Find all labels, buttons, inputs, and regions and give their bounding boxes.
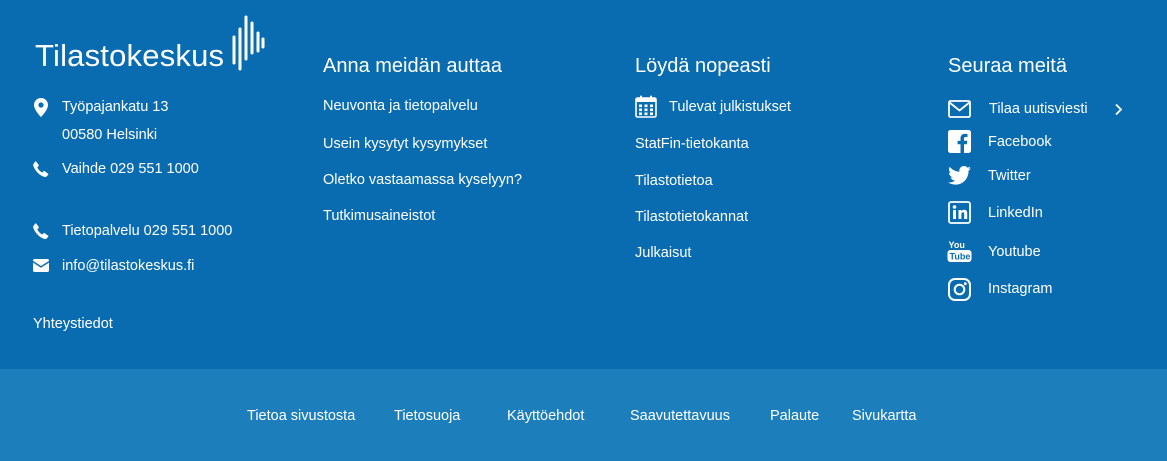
calendar-icon xyxy=(635,95,657,118)
instagram-icon xyxy=(948,278,971,301)
chevron-right-icon[interactable] xyxy=(1114,103,1123,116)
footer-bottom-bar: Tietoa sivustosta Tietosuoja Käyttöehdot… xyxy=(0,369,1167,461)
help-link[interactable]: Tutkimusaineistot xyxy=(323,208,435,224)
address-line-1: Työpajankatu 13 xyxy=(62,99,169,115)
help-link[interactable]: Neuvonta ja tietopalvelu xyxy=(323,98,478,114)
facebook-link[interactable]: Facebook xyxy=(988,134,1052,150)
bottom-link-terms[interactable]: Käyttöehdot xyxy=(507,408,584,424)
help-link[interactable]: Usein kysytyt kysymykset xyxy=(323,136,487,152)
facebook-icon xyxy=(948,130,971,153)
youtube-link[interactable]: Youtube xyxy=(988,244,1041,260)
twitter-icon xyxy=(948,166,971,185)
bottom-link-about-site[interactable]: Tietoa sivustosta xyxy=(247,408,355,424)
quick-link[interactable]: Tilastotietoa xyxy=(635,173,713,189)
phone-info-link[interactable]: Tietopalvelu 029 551 1000 xyxy=(62,223,232,239)
quick-link[interactable]: Julkaisut xyxy=(635,245,691,261)
linkedin-link[interactable]: LinkedIn xyxy=(988,205,1043,221)
brand-logo-text[interactable]: Tilastokeskus xyxy=(35,38,224,74)
help-link[interactable]: Oletko vastaamassa kyselyyn? xyxy=(323,172,522,188)
phone-switchboard-link[interactable]: Vaihde 029 551 1000 xyxy=(62,161,199,177)
phone-icon xyxy=(33,223,49,239)
follow-heading: Seuraa meitä xyxy=(948,55,1067,77)
instagram-link[interactable]: Instagram xyxy=(988,281,1052,297)
brand-logo-mark-icon xyxy=(232,15,265,71)
bottom-link-accessibility[interactable]: Saavutettavuus xyxy=(630,408,730,424)
quick-link[interactable]: StatFin-tietokanta xyxy=(635,136,749,152)
newsletter-subscribe-link[interactable]: Tilaa uutisviesti xyxy=(989,101,1088,117)
phone-icon xyxy=(33,161,49,177)
footer-main: Tilastokeskus Työpajankatu 13 00580 Hels… xyxy=(0,0,1167,369)
bottom-link-privacy[interactable]: Tietosuoja xyxy=(394,408,460,424)
envelope-icon xyxy=(948,100,971,118)
svg-text:Tube: Tube xyxy=(950,252,971,262)
quick-heading: Löydä nopeasti xyxy=(635,55,771,77)
quick-link[interactable]: Tilastotietokannat xyxy=(635,209,748,225)
address-line-2: 00580 Helsinki xyxy=(62,127,158,143)
twitter-link[interactable]: Twitter xyxy=(988,168,1031,184)
youtube-icon: You Tube xyxy=(947,240,972,262)
help-heading: Anna meidän auttaa xyxy=(323,55,503,77)
email-link[interactable]: info@tilastokeskus.fi xyxy=(62,258,194,274)
quick-link-upcoming-releases[interactable]: Tulevat julkistukset xyxy=(669,99,791,115)
linkedin-icon xyxy=(948,201,971,224)
envelope-icon xyxy=(33,259,49,272)
bottom-link-feedback[interactable]: Palaute xyxy=(770,408,819,424)
bottom-link-sitemap[interactable]: Sivukartta xyxy=(852,408,916,424)
contact-info-link[interactable]: Yhteystiedot xyxy=(33,316,113,332)
map-pin-icon xyxy=(34,98,48,117)
site-footer: Tilastokeskus Työpajankatu 13 00580 Hels… xyxy=(0,0,1167,461)
svg-text:You: You xyxy=(949,240,965,250)
